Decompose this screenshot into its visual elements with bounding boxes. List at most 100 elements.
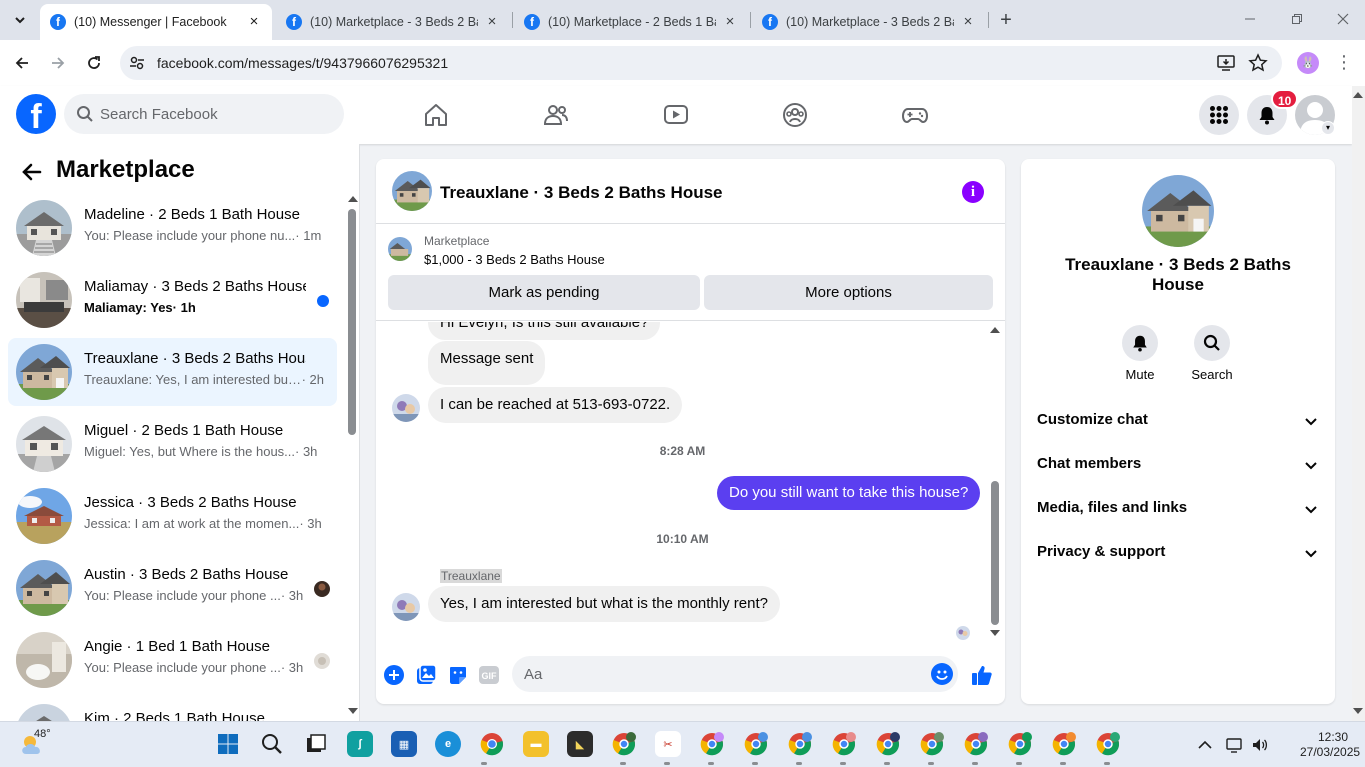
taskbar-app-edge[interactable]: e [435, 731, 461, 757]
scroll-down-icon[interactable] [347, 706, 359, 716]
close-icon[interactable]: × [960, 14, 976, 30]
task-view-button[interactable] [303, 731, 329, 757]
facebook-search[interactable] [64, 94, 344, 134]
close-icon[interactable]: × [722, 14, 738, 30]
like-button[interactable] [970, 663, 994, 687]
network-icon[interactable] [1226, 736, 1244, 754]
scroll-down-icon[interactable] [1352, 706, 1364, 716]
bookmark-star-icon[interactable] [1248, 53, 1268, 73]
scroll-down-icon[interactable] [989, 628, 1001, 638]
conversation-treauxlane[interactable]: Treauxlane · 3 Beds 2 Baths House Treaux… [8, 338, 337, 406]
scroll-up-icon[interactable] [347, 194, 359, 204]
tab-marketplace-2[interactable]: f (10) Marketplace - 2 Beds 1 Bath × [514, 4, 748, 40]
reload-button[interactable] [81, 50, 107, 76]
message-input-box[interactable] [512, 656, 958, 692]
address-bar[interactable]: facebook.com/messages/t/9437966076295321 [120, 46, 1282, 80]
close-window-button[interactable] [1331, 8, 1355, 32]
sidebar-scroll-thumb[interactable] [348, 209, 356, 435]
taskbar-chrome-profile-9[interactable] [1007, 731, 1033, 757]
forward-button[interactable] [45, 50, 71, 76]
taskbar-app-sticky-notes[interactable]: ◣ [567, 731, 593, 757]
restore-button[interactable] [1285, 8, 1309, 32]
message-scroll-thumb[interactable] [991, 481, 999, 625]
conversation-jessica[interactable]: Jessica · 3 Beds 2 Baths House Jessica: … [8, 482, 337, 550]
nav-groups[interactable] [780, 100, 810, 130]
close-icon[interactable]: × [484, 14, 500, 30]
more-actions-button[interactable] [382, 663, 406, 687]
chat-avatar[interactable] [392, 171, 432, 211]
taskbar-chrome-profile-3[interactable] [743, 731, 769, 757]
info-icon[interactable]: i [962, 181, 984, 203]
page-scrollbar[interactable] [1352, 86, 1365, 721]
tab-marketplace-1[interactable]: f (10) Marketplace - 3 Beds 2 Baths × [276, 4, 510, 40]
section-privacy-support[interactable]: Privacy & support [1021, 531, 1335, 575]
taskbar-chrome-profile-5[interactable] [831, 731, 857, 757]
menu-button[interactable] [1199, 95, 1239, 135]
section-chat-members[interactable]: Chat members [1021, 443, 1335, 487]
tab-marketplace-3[interactable]: f (10) Marketplace - 3 Beds 2 Baths × [752, 4, 986, 40]
nav-home[interactable] [421, 100, 451, 130]
message-incoming: Yes, I am interested but what is the mon… [428, 586, 780, 622]
arrow-left-icon[interactable] [20, 160, 44, 184]
more-options-button[interactable]: More options [704, 275, 993, 310]
taskbar-chrome-profile-10[interactable] [1051, 731, 1077, 757]
mark-as-pending-button[interactable]: Mark as pending [388, 275, 700, 310]
chat-title[interactable]: Treauxlane · 3 Beds 2 Baths House [440, 183, 723, 203]
nav-gaming[interactable] [900, 100, 930, 130]
search-input[interactable] [100, 94, 330, 134]
taskbar-chrome-profile-8[interactable] [963, 731, 989, 757]
taskbar-chrome-profile-11[interactable] [1095, 731, 1121, 757]
system-clock[interactable]: 12:30 27/03/2025 [1300, 730, 1360, 760]
tab-messenger[interactable]: f (10) Messenger | Facebook × [40, 4, 272, 40]
minimize-button[interactable] [1238, 8, 1262, 32]
listing-thumbnail[interactable] [388, 237, 412, 261]
new-tab-button[interactable]: + [994, 8, 1018, 32]
mute-action[interactable]: Mute [1110, 325, 1170, 382]
taskbar-app-copilot[interactable]: ʃ [347, 731, 373, 757]
conversation-angie[interactable]: Angie · 1 Bed 1 Bath House You: Please i… [8, 626, 337, 694]
search-action[interactable]: Search [1182, 325, 1242, 382]
taskbar-chrome-profile-4[interactable] [787, 731, 813, 757]
profile-extension-icon[interactable]: 🐰 [1297, 52, 1319, 74]
sticker-button[interactable] [446, 663, 470, 687]
speaker-icon[interactable] [1251, 736, 1269, 754]
taskbar-app-chrome[interactable] [479, 731, 505, 757]
conversation-austin[interactable]: Austin · 3 Beds 2 Baths House You: Pleas… [8, 554, 337, 622]
browser-menu-button[interactable]: ⋮ [1334, 52, 1354, 74]
search-in-chat-button[interactable] [1194, 325, 1230, 361]
back-button[interactable] [9, 50, 35, 76]
mute-button[interactable] [1122, 325, 1158, 361]
message-input[interactable] [524, 656, 924, 692]
start-button[interactable] [215, 731, 241, 757]
taskbar-chrome-profile-7[interactable] [919, 731, 945, 757]
tab-search-dropdown[interactable] [6, 7, 34, 33]
scroll-up-icon[interactable] [989, 325, 1001, 335]
account-caret[interactable]: ▾ [1321, 121, 1335, 135]
conversation-madeline[interactable]: Madeline · 2 Beds 1 Bath House You: Plea… [8, 194, 337, 262]
taskbar-app-store[interactable]: ▦ [391, 731, 417, 757]
sender-name: Treauxlane [440, 569, 502, 583]
taskbar-chrome-profile-1[interactable] [611, 731, 637, 757]
facebook-logo[interactable]: f [16, 94, 56, 134]
attach-photo-button[interactable] [414, 663, 438, 687]
close-icon[interactable]: × [246, 14, 262, 30]
install-app-icon[interactable] [1216, 53, 1236, 73]
chevron-up-icon[interactable] [1196, 736, 1214, 754]
taskbar-app-file-explorer[interactable]: ▬ [523, 731, 549, 757]
taskbar-chrome-profile-6[interactable] [875, 731, 901, 757]
taskbar-search[interactable] [259, 731, 285, 757]
conversation-miguel[interactable]: Miguel · 2 Beds 1 Bath House Miguel: Yes… [8, 410, 337, 478]
taskbar-chrome-profile-2[interactable] [699, 731, 725, 757]
taskbar-app-snipping[interactable]: ✂ [655, 731, 681, 757]
section-media-files-links[interactable]: Media, files and links [1021, 487, 1335, 531]
listing-price-title[interactable]: $1,000 - 3 Beds 2 Baths House [424, 252, 605, 267]
nav-friends[interactable] [541, 100, 571, 130]
scroll-up-icon[interactable] [1352, 90, 1364, 100]
emoji-icon[interactable] [931, 663, 953, 685]
conversation-kim[interactable]: Kim · 2 Beds 1 Bath House [8, 698, 337, 721]
site-settings-icon[interactable] [128, 54, 146, 72]
gif-button[interactable]: GIF [477, 663, 501, 687]
nav-video[interactable] [661, 100, 691, 130]
section-customize-chat[interactable]: Customize chat [1021, 399, 1335, 443]
conversation-maliamay[interactable]: Maliamay · 3 Beds 2 Baths House Maliamay… [8, 266, 337, 334]
